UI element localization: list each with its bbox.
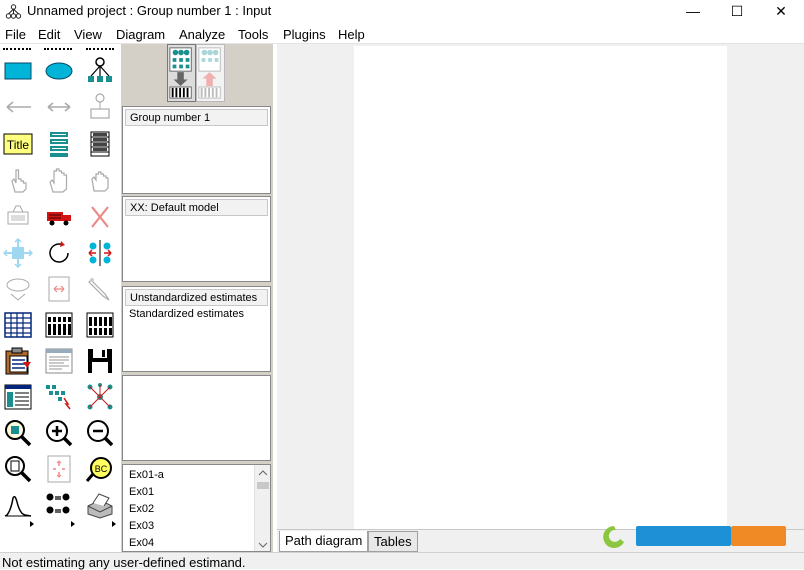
model-item[interactable]: XX: Default model	[125, 199, 268, 216]
draw-unobserved-variable-icon[interactable]	[44, 56, 74, 86]
models-panel: XX: Default model	[122, 196, 271, 282]
draw-covariance-icon[interactable]	[44, 92, 74, 122]
estimate-standardized-item[interactable]: Standardized estimates	[125, 306, 268, 323]
computation-summary-panel	[122, 375, 271, 461]
zoom-in-area-icon[interactable]	[3, 418, 33, 448]
print-diagram-icon[interactable]	[85, 490, 115, 520]
expand-arrow-icon[interactable]	[71, 521, 75, 527]
list-variables-in-model-icon[interactable]	[44, 129, 74, 159]
page-view-icon[interactable]	[3, 454, 33, 484]
status-bar: Not estimating any user-defined estimand…	[0, 552, 804, 570]
diagram-canvas: Path diagram Tables	[277, 44, 804, 552]
toolbar-handle[interactable]	[3, 48, 31, 51]
deselect-all-objects-icon[interactable]	[85, 165, 115, 195]
loupe-icon[interactable]: BC	[85, 454, 115, 484]
select-data-files-icon[interactable]	[3, 310, 33, 340]
title-bar: Unnamed project : Group number 1 : Input…	[0, 0, 804, 24]
list-variables-in-dataset-icon[interactable]	[85, 129, 115, 159]
toolbox: Title BC	[0, 44, 121, 552]
expand-arrow-icon[interactable]	[112, 521, 116, 527]
touch-up-icon[interactable]	[85, 274, 115, 304]
title-icon[interactable]: Title	[3, 129, 33, 159]
file-list-item[interactable]: Ex04	[129, 537, 154, 549]
view-toggle-group	[121, 44, 273, 106]
tab-path-diagram[interactable]: Path diagram	[279, 531, 369, 552]
svg-text:BC: BC	[95, 464, 108, 474]
reflect-indicators-icon[interactable]	[85, 238, 115, 268]
drag-properties-icon[interactable]	[44, 382, 74, 412]
group-item[interactable]: Group number 1	[125, 109, 268, 126]
file-list-item[interactable]: Ex01-a	[129, 469, 164, 481]
expand-arrow-icon[interactable]	[30, 521, 34, 527]
menu-analyze[interactable]: Analyze	[179, 27, 225, 42]
view-output-path-diagram-button[interactable]	[196, 44, 225, 102]
move-parameter-icon[interactable]	[3, 274, 33, 304]
select-one-object-icon[interactable]	[3, 165, 33, 195]
estimates-panel: Unstandardized estimates Standardized es…	[122, 286, 271, 372]
analysis-properties-icon[interactable]	[44, 310, 74, 340]
scroll-icon[interactable]	[44, 274, 74, 304]
zoom-in-icon[interactable]	[44, 418, 74, 448]
menu-help[interactable]: Help	[338, 27, 365, 42]
copy-to-clipboard-icon[interactable]	[3, 346, 33, 376]
menu-diagram[interactable]: Diagram	[116, 27, 165, 42]
draw-latent-indicator-icon[interactable]	[85, 56, 115, 86]
groups-panel: Group number 1	[122, 106, 271, 194]
duplicate-objects-icon[interactable]	[3, 202, 33, 232]
multiple-group-analysis-icon[interactable]	[44, 490, 74, 520]
view-text-icon[interactable]	[44, 346, 74, 376]
add-unique-variable-icon[interactable]	[85, 92, 115, 122]
preserve-symmetries-icon[interactable]	[85, 382, 115, 412]
app-logo-icon	[5, 4, 22, 19]
erase-objects-icon[interactable]	[85, 202, 115, 232]
fit-to-page-icon[interactable]	[44, 454, 74, 484]
change-shape-icon[interactable]	[2, 237, 34, 269]
drawing-page[interactable]	[354, 46, 727, 529]
menu-file[interactable]: File	[5, 27, 26, 42]
draw-path-icon[interactable]	[3, 92, 33, 122]
zoom-out-icon[interactable]	[85, 418, 115, 448]
move-objects-icon[interactable]	[44, 202, 74, 232]
degrees-of-freedom-icon[interactable]	[3, 490, 33, 520]
navigation-panel: Group number 1 XX: Default model Unstand…	[121, 44, 273, 552]
file-list-item[interactable]: Ex01	[129, 486, 154, 498]
estimate-unstandardized-item[interactable]: Unstandardized estimates	[125, 289, 268, 306]
window-title: Unnamed project : Group number 1 : Input	[27, 3, 272, 18]
file-list-item[interactable]: Ex03	[129, 520, 154, 532]
menu-bar: File Edit View Diagram Analyze Tools Plu…	[0, 24, 804, 44]
menu-view[interactable]: View	[74, 27, 102, 42]
object-properties-icon[interactable]	[3, 382, 33, 412]
rotate-indicators-icon[interactable]	[44, 238, 74, 268]
files-scrollbar[interactable]	[254, 465, 270, 551]
toolbar-handle[interactable]	[44, 48, 72, 51]
menu-tools[interactable]: Tools	[238, 27, 268, 42]
file-list-item[interactable]: Ex02	[129, 503, 154, 515]
svg-text:Title: Title	[7, 138, 30, 152]
close-button[interactable]: ✕	[758, 0, 804, 22]
maximize-button[interactable]: ☐	[714, 0, 760, 22]
select-all-objects-icon[interactable]	[44, 165, 74, 195]
toolbar-handle[interactable]	[86, 48, 114, 51]
calculate-estimates-icon[interactable]	[85, 310, 115, 340]
status-text: Not estimating any user-defined estimand…	[2, 555, 246, 570]
save-diagram-icon[interactable]	[85, 346, 115, 376]
view-input-path-diagram-button[interactable]	[167, 44, 196, 102]
tab-tables[interactable]: Tables	[368, 531, 418, 552]
watermark-logo-icon	[603, 526, 786, 548]
draw-observed-variable-icon[interactable]	[3, 56, 33, 86]
menu-plugins[interactable]: Plugins	[283, 27, 326, 42]
menu-edit[interactable]: Edit	[38, 27, 60, 42]
files-panel: Ex01-a Ex01 Ex02 Ex03 Ex04	[122, 464, 271, 552]
minimize-button[interactable]: —	[670, 0, 716, 22]
